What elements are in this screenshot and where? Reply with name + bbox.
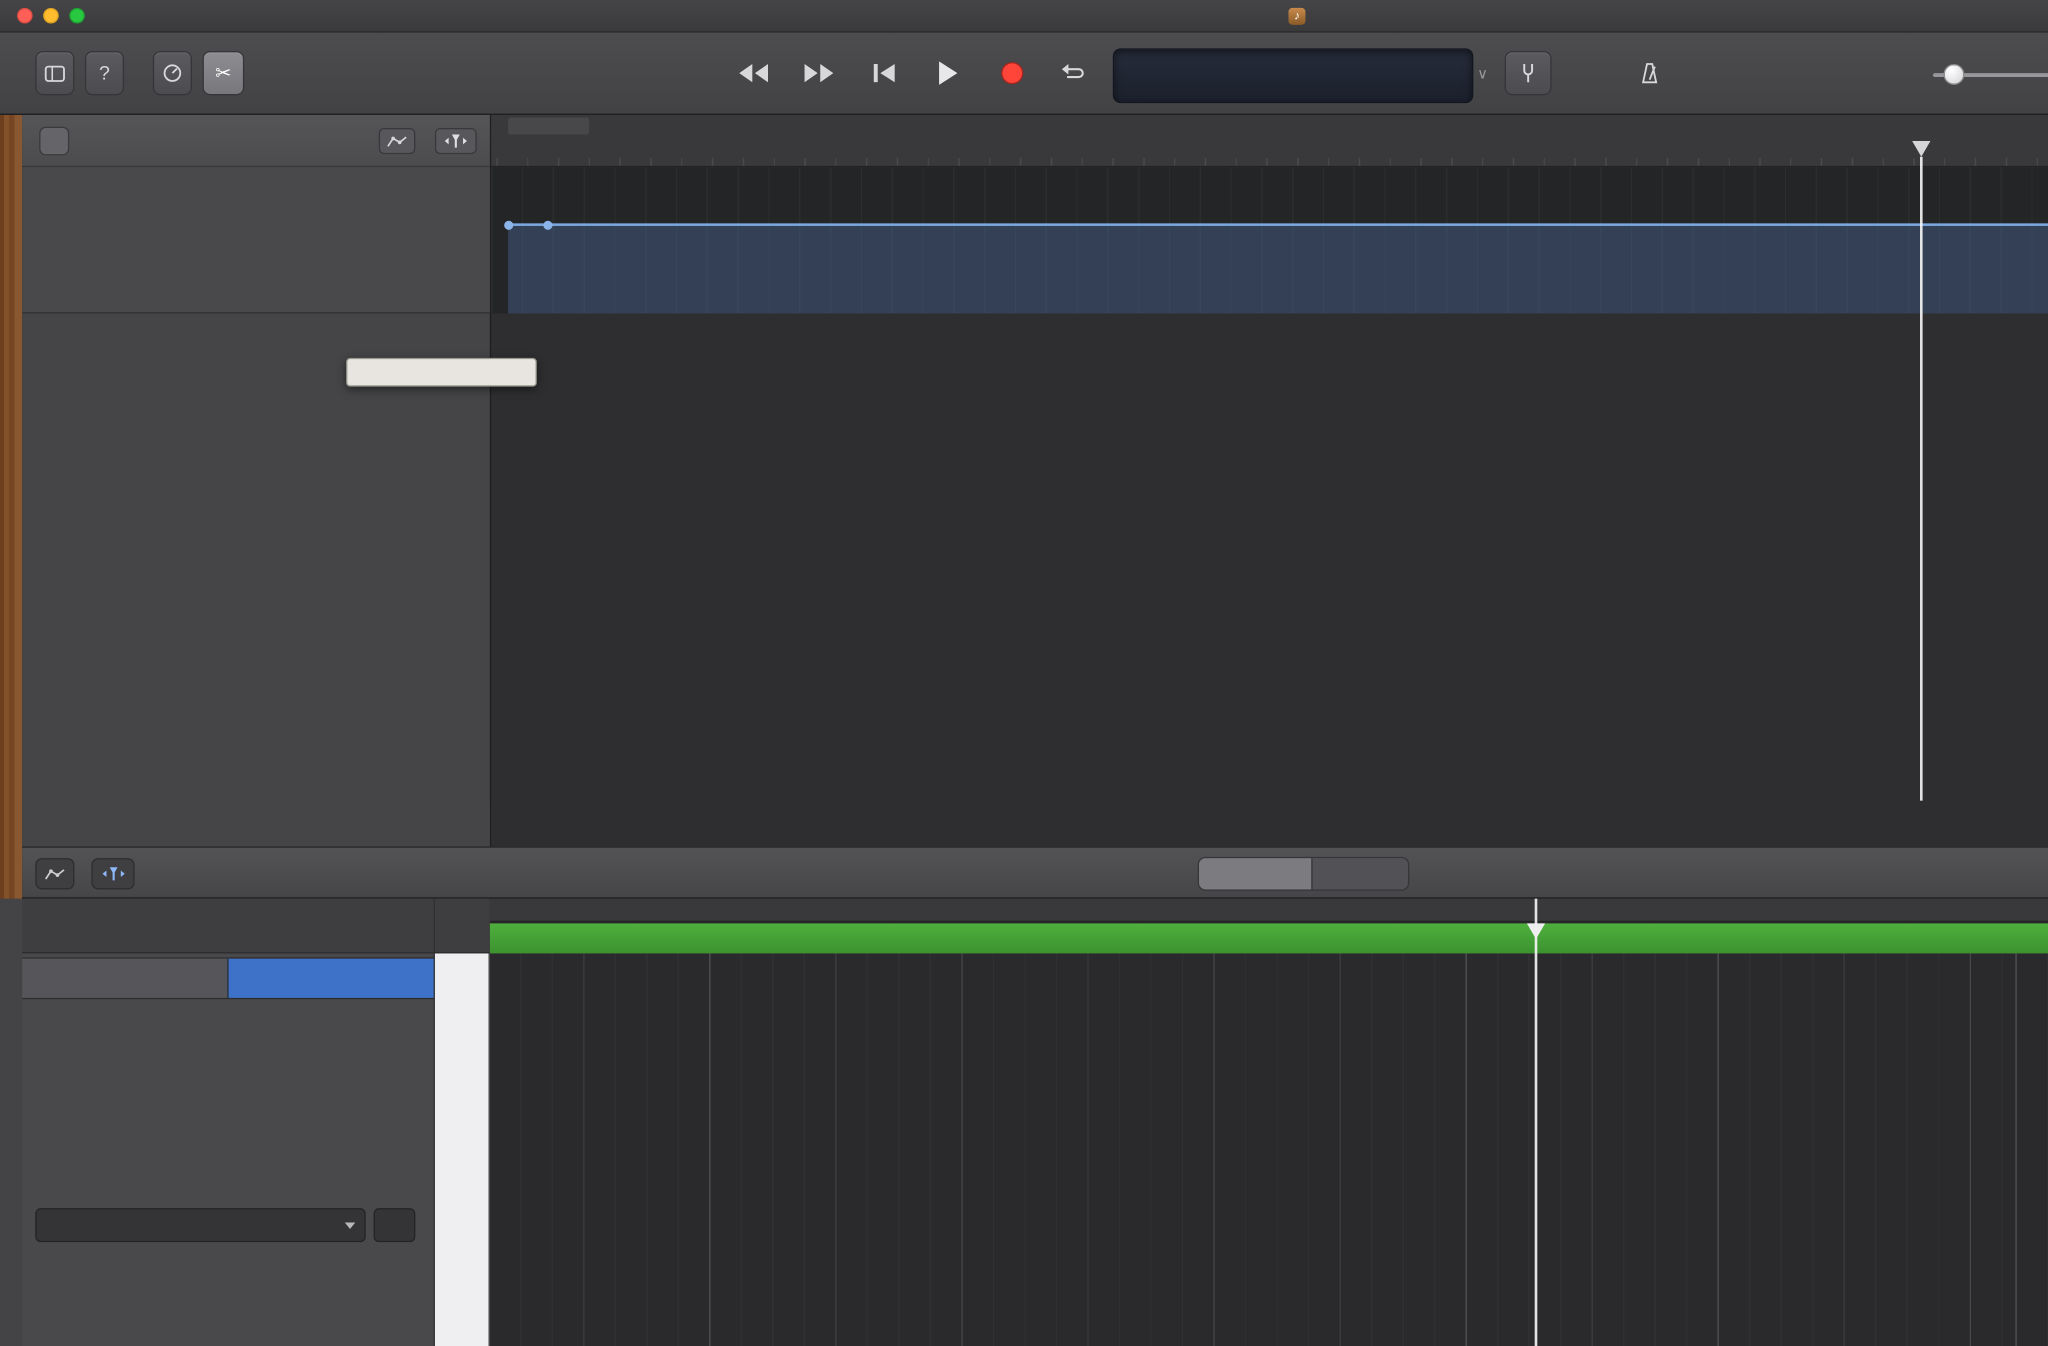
- minimize-window-button[interactable]: [43, 8, 59, 24]
- close-window-button[interactable]: [17, 8, 33, 24]
- play-button[interactable]: [920, 54, 977, 93]
- editor-catch-button[interactable]: [91, 858, 134, 889]
- cycle-range[interactable]: [508, 118, 589, 135]
- editors-button[interactable]: ✂: [202, 51, 244, 95]
- quantize-apply-button[interactable]: [374, 1208, 416, 1242]
- tab-score[interactable]: [1311, 858, 1408, 889]
- time-quantize-select[interactable]: [35, 1208, 365, 1242]
- inspector-tabs: [22, 957, 433, 999]
- play-icon: [938, 61, 959, 85]
- go-to-beginning-button[interactable]: [856, 54, 913, 93]
- editor-playhead-line[interactable]: [1535, 899, 1537, 1346]
- add-track-button[interactable]: [39, 127, 69, 156]
- document-icon: ♪: [1288, 8, 1305, 25]
- cycle-icon: [1058, 63, 1087, 84]
- timeline-ruler[interactable]: [491, 115, 2048, 167]
- playhead-line[interactable]: [1920, 157, 1922, 801]
- scissors-icon: ✂: [215, 61, 231, 85]
- tempo-area-fill: [508, 226, 2048, 314]
- tab-piano-roll[interactable]: [1199, 858, 1311, 889]
- piano-keyboard: [435, 953, 490, 1346]
- tempo-point[interactable]: [504, 220, 513, 229]
- show-automation-button[interactable]: [379, 128, 416, 154]
- count-in-button[interactable]: [1567, 54, 1622, 93]
- help-button[interactable]: ?: [85, 51, 124, 95]
- editor-region-bar[interactable]: [490, 923, 2048, 953]
- tab-notes[interactable]: [227, 959, 433, 998]
- knob-icon: [162, 63, 183, 84]
- header-panel-footer: [22, 801, 490, 847]
- track-header-toolbar: [22, 115, 490, 167]
- automation-curve-icon: [44, 867, 65, 881]
- selection-info: [22, 899, 433, 954]
- go-to-beginning-icon: [872, 64, 896, 82]
- keys-header: [435, 899, 490, 954]
- tempo-track-header[interactable]: [22, 167, 490, 313]
- control-bar: ? ✂ ∨: [0, 33, 2048, 115]
- metronome-button[interactable]: [1627, 54, 1671, 93]
- editor-view-switch: [1198, 857, 1410, 891]
- lcd-chevron-icon[interactable]: ∨: [1477, 65, 1488, 82]
- editor-automation-button[interactable]: [35, 858, 74, 889]
- master-volume-knob[interactable]: [1944, 64, 1965, 85]
- automation-curve-icon: [387, 134, 408, 148]
- record-button[interactable]: [984, 54, 1041, 93]
- piano-roll-editor: [0, 899, 2048, 1346]
- tracks-timeline: [490, 115, 2048, 846]
- fast-forward-icon: [803, 64, 834, 82]
- ruler-minor-ticks: [491, 158, 2048, 166]
- editor-inspector: [22, 899, 435, 1346]
- playhead-marker[interactable]: [1912, 141, 1930, 157]
- record-icon: [1000, 61, 1024, 85]
- lcd-display[interactable]: [1113, 48, 1473, 103]
- chevron-down-icon: [345, 1223, 355, 1230]
- tab-region[interactable]: [22, 959, 227, 998]
- garageband-window: ♪ ? ✂: [0, 0, 2048, 1346]
- smart-controls-button[interactable]: [153, 51, 192, 95]
- tempo-track-lane[interactable]: [491, 167, 2048, 313]
- editor-toolbar: [22, 846, 2048, 898]
- tempo-automation-line[interactable]: [508, 223, 2048, 226]
- tooltip: [346, 358, 537, 387]
- zoom-window-button[interactable]: [69, 8, 85, 24]
- catch-playhead-button[interactable]: [435, 128, 477, 154]
- editor-ruler[interactable]: [490, 899, 2048, 923]
- help-icon: ?: [99, 62, 110, 84]
- tuner-button[interactable]: [1505, 51, 1552, 95]
- editor-playhead-marker[interactable]: [1527, 923, 1545, 939]
- catch-icon: [444, 133, 468, 149]
- fast-forward-button[interactable]: [790, 54, 847, 93]
- metronome-icon: [1640, 63, 1658, 84]
- title-bar: ♪: [0, 0, 2048, 33]
- note-grid[interactable]: [490, 953, 2048, 1346]
- rewind-button[interactable]: [725, 54, 782, 93]
- rewind-icon: [738, 64, 769, 82]
- tempo-point[interactable]: [543, 220, 552, 229]
- cycle-button[interactable]: [1044, 54, 1101, 93]
- library-button[interactable]: [35, 51, 74, 95]
- library-icon: [44, 65, 65, 82]
- track-header-panel: [22, 115, 490, 846]
- piano-roll-area: [490, 899, 2048, 1346]
- catch-icon: [101, 866, 125, 882]
- tuner-icon: [1520, 63, 1536, 84]
